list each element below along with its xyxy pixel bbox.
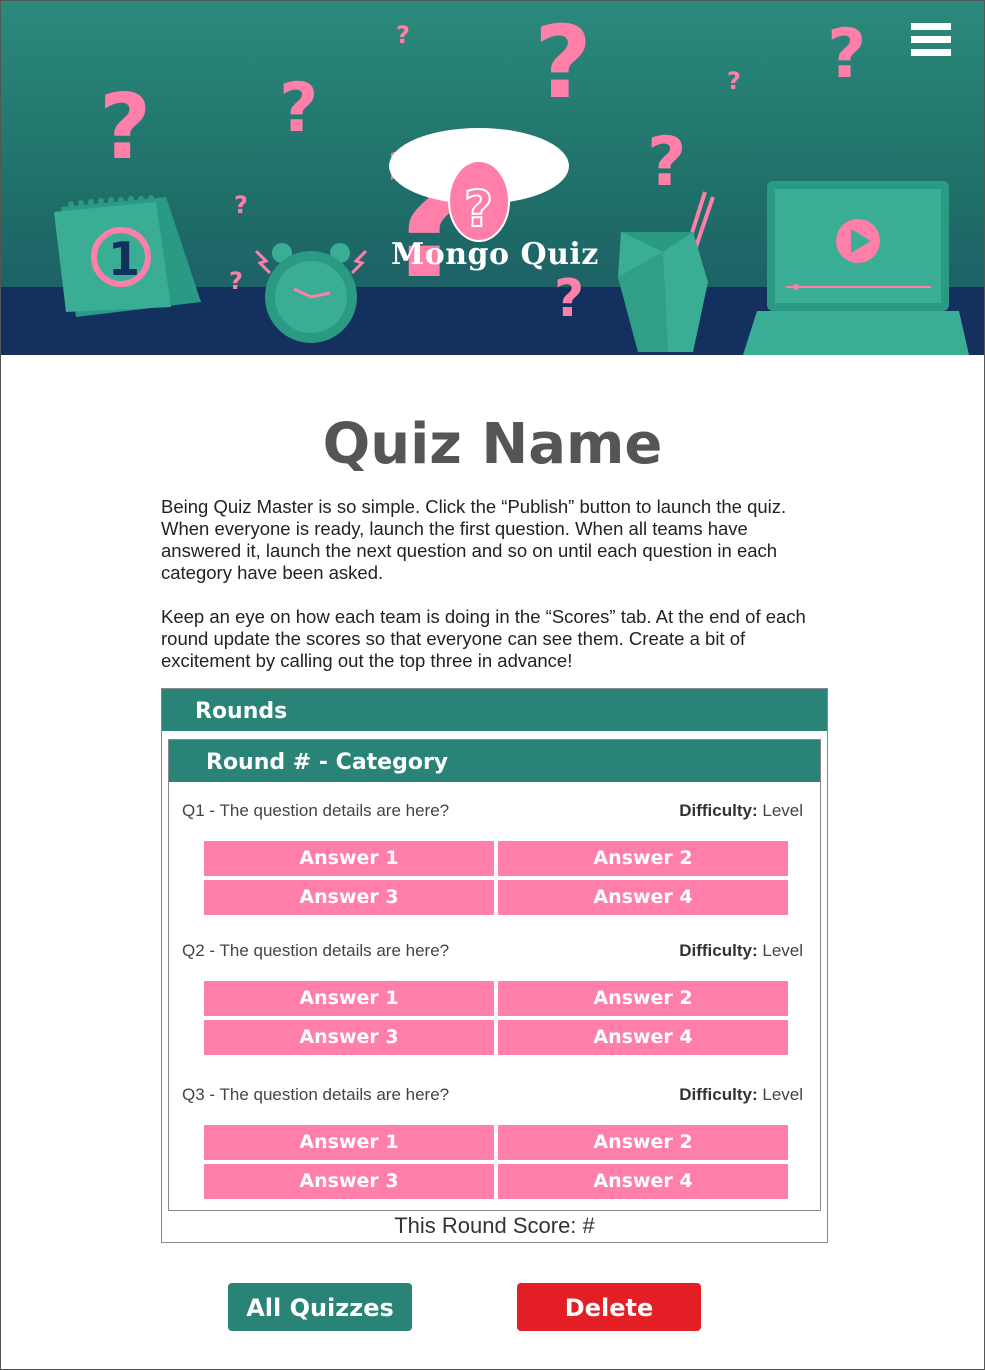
answer-button[interactable]: Answer 1 xyxy=(204,1125,494,1160)
difficulty-label: Difficulty: xyxy=(679,801,758,820)
question-difficulty: Difficulty: Level xyxy=(679,801,803,821)
answer-button[interactable]: Answer 3 xyxy=(204,1164,494,1199)
svg-text:?: ? xyxy=(464,180,493,238)
answer-button[interactable]: Answer 4 xyxy=(498,1164,788,1199)
answer-button[interactable]: Answer 4 xyxy=(498,1020,788,1055)
round-header: Round # - Category xyxy=(169,740,820,782)
laptop-icon xyxy=(743,181,969,355)
difficulty-value: Level xyxy=(762,1085,803,1104)
difficulty-value: Level xyxy=(762,941,803,960)
hamburger-menu-icon[interactable] xyxy=(911,23,951,59)
answer-button[interactable]: Answer 3 xyxy=(204,880,494,915)
calendar-icon: 1 xyxy=(54,195,201,317)
answer-button[interactable]: Answer 2 xyxy=(498,1125,788,1160)
question-mark-decoration: ? xyxy=(827,15,867,94)
answer-button[interactable]: Answer 1 xyxy=(204,841,494,876)
intro-paragraph-2: Keep an eye on how each team is doing in… xyxy=(161,606,806,671)
question-mark-decoration: ? xyxy=(279,69,319,148)
answer-button[interactable]: Answer 4 xyxy=(498,880,788,915)
question-text: Q2 - The question details are here? xyxy=(182,941,450,960)
alarm-clock-icon xyxy=(254,243,368,343)
logo-text: Mongo Quiz xyxy=(391,237,599,272)
mongo-quiz-logo-icon: ? ? xyxy=(379,126,569,318)
delete-button[interactable]: Delete xyxy=(517,1283,701,1331)
question-text: Q1 - The question details are here? xyxy=(182,801,450,820)
takeout-box-icon xyxy=(618,191,715,352)
hero-banner: ? ? ? ? ? ? ? ? ? ? 1 ? ? Mongo Quiz xyxy=(1,1,984,355)
question-mark-decoration: ? xyxy=(229,267,243,295)
rounds-header: Rounds xyxy=(162,689,827,731)
page-title: Quiz Name xyxy=(322,412,663,477)
intro-paragraph-1: Being Quiz Master is so simple. Click th… xyxy=(161,496,787,583)
difficulty-label: Difficulty: xyxy=(679,941,758,960)
question-mark-decoration: ? xyxy=(727,67,741,95)
question-difficulty: Difficulty: Level xyxy=(679,1085,803,1105)
answer-button[interactable]: Answer 1 xyxy=(204,981,494,1016)
question-mark-decoration: ? xyxy=(396,21,410,49)
question-difficulty: Difficulty: Level xyxy=(679,941,803,961)
answer-button[interactable]: Answer 2 xyxy=(498,841,788,876)
difficulty-value: Level xyxy=(762,801,803,820)
intro-text: Being Quiz Master is so simple. Click th… xyxy=(161,496,831,694)
rounds-panel: Rounds Round # - Category Q1 - The quest… xyxy=(161,688,828,1243)
round-score: This Round Score: # xyxy=(394,1213,595,1238)
all-quizzes-button[interactable]: All Quizzes xyxy=(228,1283,412,1331)
question-mark-decoration: ? xyxy=(234,191,248,219)
question-text: Q3 - The question details are here? xyxy=(182,1085,450,1104)
round-box: Round # - Category Q1 - The question det… xyxy=(168,739,821,1211)
difficulty-label: Difficulty: xyxy=(679,1085,758,1104)
question-mark-decoration: ? xyxy=(99,75,152,180)
question-mark-decoration: ? xyxy=(534,4,593,121)
svg-text:1: 1 xyxy=(108,232,140,286)
answer-button[interactable]: Answer 2 xyxy=(498,981,788,1016)
answer-button[interactable]: Answer 3 xyxy=(204,1020,494,1055)
